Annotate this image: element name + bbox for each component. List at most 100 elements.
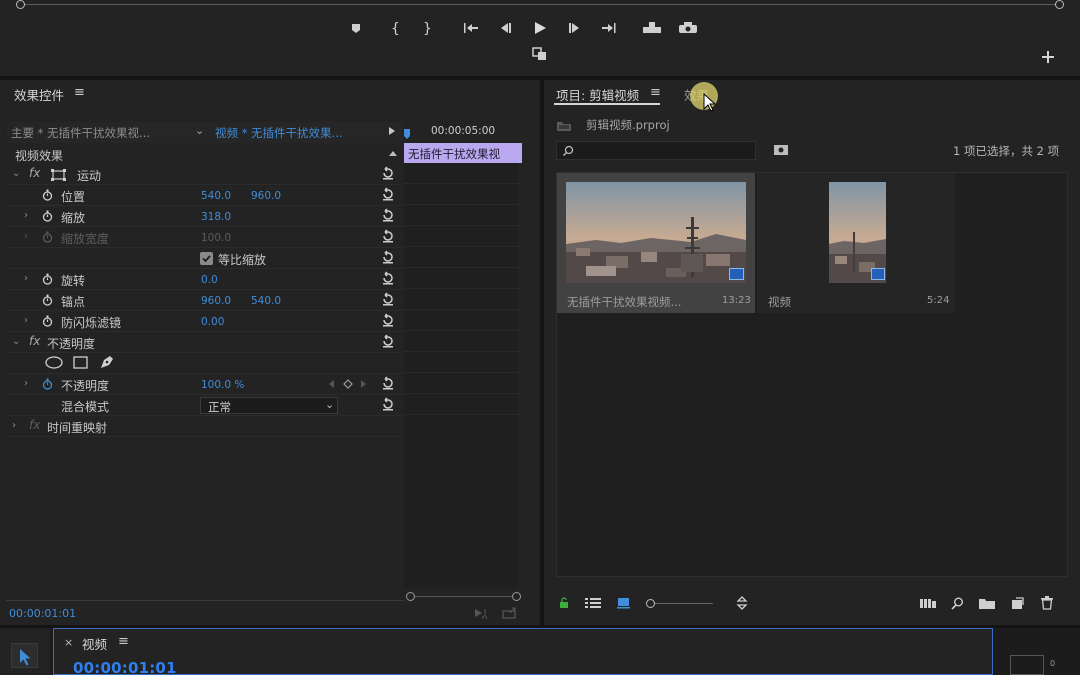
reset-icon[interactable]: [381, 397, 395, 411]
pen-mask-icon[interactable]: [99, 355, 115, 370]
expand-chevron-icon[interactable]: ›: [24, 315, 28, 326]
add-keyframe-icon[interactable]: [343, 379, 353, 389]
step-forward-icon[interactable]: [564, 19, 586, 37]
position-row[interactable]: 位置 540.0 960.0: [7, 185, 403, 206]
tab-project[interactable]: 项目: 剪辑视频: [556, 85, 639, 104]
play-icon[interactable]: [529, 19, 551, 37]
reset-icon[interactable]: [381, 292, 395, 306]
keyframe-area[interactable]: [404, 163, 518, 588]
zoom-left-handle[interactable]: [406, 592, 415, 601]
tab-sequence[interactable]: 视频: [82, 634, 107, 653]
opacity-section-row[interactable]: ⌄ fx 不透明度: [7, 332, 403, 353]
lock-icon[interactable]: [558, 597, 570, 609]
panel-menu-icon[interactable]: ≡: [650, 85, 661, 100]
go-to-out-icon[interactable]: [598, 19, 620, 37]
project-item-clip-1[interactable]: 无插件干扰效果视频... 13:23: [557, 173, 755, 313]
reset-icon[interactable]: [381, 208, 395, 222]
sort-icon[interactable]: [736, 596, 748, 610]
sequence-timecode[interactable]: 00:00:01:01: [73, 659, 177, 675]
position-y-value[interactable]: 960.0: [251, 190, 281, 202]
reset-icon[interactable]: [381, 166, 395, 180]
clip-name[interactable]: 无插件干扰效果视频...: [567, 294, 681, 310]
rotation-row[interactable]: › 旋转 0.0: [7, 269, 403, 290]
time-remap-row[interactable]: › fx 时间重映射: [7, 416, 403, 437]
lift-icon[interactable]: [641, 19, 663, 37]
list-view-icon[interactable]: [585, 597, 601, 609]
audio-only-icon[interactable]: [474, 607, 490, 619]
reset-icon[interactable]: [381, 187, 395, 201]
opacity-value[interactable]: 100.0 %: [201, 379, 244, 391]
expand-chevron-icon[interactable]: ›: [24, 378, 28, 389]
blend-mode-select[interactable]: 正常 ⌄: [200, 397, 338, 414]
export-frame-icon[interactable]: [529, 45, 551, 63]
ellipse-mask-icon[interactable]: [45, 356, 63, 369]
stopwatch-icon[interactable]: [42, 210, 53, 222]
fx-icon[interactable]: fx: [29, 166, 40, 180]
reset-icon[interactable]: [381, 313, 395, 327]
extract-icon[interactable]: [677, 19, 699, 37]
reset-icon[interactable]: [381, 229, 395, 243]
stopwatch-icon[interactable]: [42, 315, 53, 327]
automate-to-sequence-icon[interactable]: [920, 598, 936, 609]
zoom-right-handle[interactable]: [512, 592, 521, 601]
reset-icon[interactable]: [381, 376, 395, 390]
sequence-name[interactable]: 视频: [768, 294, 791, 310]
position-x-value[interactable]: 540.0: [201, 190, 231, 202]
sequence-clip-label[interactable]: 视频 * 无插件干扰效果...: [215, 125, 343, 141]
step-back-icon[interactable]: [494, 19, 516, 37]
icon-view-icon[interactable]: [617, 597, 630, 609]
scale-row[interactable]: › 缩放 318.0: [7, 206, 403, 227]
uniform-scale-checkbox[interactable]: [200, 252, 213, 265]
mark-out-icon[interactable]: }: [415, 19, 437, 37]
stopwatch-icon[interactable]: [42, 189, 53, 201]
expand-timeline-icon[interactable]: [388, 126, 396, 136]
expand-chevron-icon[interactable]: ›: [12, 420, 16, 431]
go-to-in-icon[interactable]: [460, 19, 482, 37]
reset-icon[interactable]: [381, 250, 395, 264]
scale-value[interactable]: 318.0: [201, 211, 231, 223]
export-icon[interactable]: [502, 607, 518, 619]
expand-chevron-icon[interactable]: ⌄: [12, 336, 20, 347]
next-keyframe-icon[interactable]: [361, 380, 367, 388]
expand-chevron-icon[interactable]: ›: [24, 210, 28, 221]
mark-in-icon[interactable]: {: [383, 19, 405, 37]
playhead-marker-icon[interactable]: [403, 128, 411, 140]
zoom-scrollbar[interactable]: [410, 596, 516, 597]
reset-icon[interactable]: [381, 334, 395, 348]
expand-chevron-icon[interactable]: ›: [24, 273, 28, 284]
search-input[interactable]: [556, 141, 756, 160]
anchor-y-value[interactable]: 540.0: [251, 295, 281, 307]
reset-icon[interactable]: [381, 271, 395, 285]
new-search-bin-icon[interactable]: [773, 143, 789, 156]
anchor-row[interactable]: 锚点 960.0 540.0: [7, 290, 403, 311]
selection-tool-button[interactable]: [11, 643, 38, 668]
find-icon[interactable]: [951, 597, 964, 610]
stopwatch-icon[interactable]: [42, 273, 53, 285]
fx-icon[interactable]: fx: [29, 334, 40, 348]
zoom-slider-handle[interactable]: [646, 599, 655, 608]
anchor-x-value[interactable]: 960.0: [201, 295, 231, 307]
close-tab-icon[interactable]: ×: [64, 636, 73, 649]
rectangle-mask-icon[interactable]: [73, 356, 88, 369]
rotation-value[interactable]: 0.0: [201, 274, 218, 286]
clip-bar[interactable]: 无插件干扰效果视: [404, 143, 522, 163]
new-item-icon[interactable]: [1011, 597, 1024, 610]
new-bin-icon[interactable]: [979, 597, 995, 609]
collapse-icon[interactable]: [388, 149, 398, 157]
project-item-sequence[interactable]: 视频 5:24: [757, 173, 955, 313]
panel-menu-icon[interactable]: ≡: [118, 634, 129, 649]
trash-icon[interactable]: [1041, 596, 1053, 610]
marker-icon[interactable]: [345, 19, 367, 37]
scrub-end-handle[interactable]: [1055, 0, 1064, 9]
anti-flicker-row[interactable]: › 防闪烁滤镜 0.00: [7, 311, 403, 332]
opacity-row[interactable]: › 不透明度 100.0 %: [7, 374, 403, 395]
zoom-slider-track[interactable]: [655, 603, 713, 604]
prev-keyframe-icon[interactable]: [329, 380, 335, 388]
expand-chevron-icon[interactable]: ⌄: [12, 168, 20, 179]
motion-row[interactable]: ⌄ fx 运动: [7, 164, 403, 185]
scrub-start-handle[interactable]: [16, 0, 25, 9]
playhead-scrub-track[interactable]: [20, 4, 1060, 5]
anti-flicker-value[interactable]: 0.00: [201, 316, 224, 328]
master-clip-label[interactable]: 主要 * 无插件干扰效果视...: [11, 125, 150, 141]
transform-box-icon[interactable]: [51, 169, 67, 181]
